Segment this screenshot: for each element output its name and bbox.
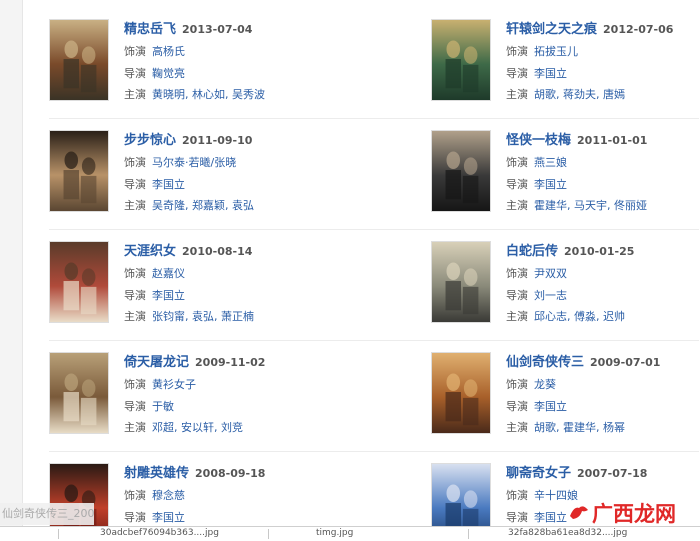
watermark-logo-icon: [570, 506, 588, 519]
alias-row: 饰演 穆念慈: [124, 489, 185, 502]
alias-row: 饰演 黄衫女子: [124, 378, 196, 391]
drama-title[interactable]: 白蛇后传 2010-01-25: [506, 240, 634, 259]
director-row: 导演 李国立: [506, 67, 567, 80]
drama-card[interactable]: 轩辕剑之天之痕 2012-07-06 饰演 拓拔玉儿 导演 李国立 主演 胡歌, 蒋劲夫…: [431, 19, 700, 119]
drama-card[interactable]: 倚天屠龙记 2009-11-02 饰演 黄衫女子 导演 于敏 主演 邓超, 安以轩, 刘…: [49, 352, 319, 452]
release-date: 2013-07-04: [182, 23, 253, 36]
release-date: 2011-01-01: [577, 134, 648, 147]
director-row: 导演 李国立: [506, 400, 567, 413]
cast-row: 主演 邱心志, 傅淼, 迟帅: [506, 310, 625, 323]
drama-poster[interactable]: [49, 352, 109, 434]
alias-row: 饰演 马尔泰·若曦/张晓: [124, 156, 237, 169]
director-row: 导演 李国立: [124, 511, 185, 524]
cast-row: 主演 胡歌, 蒋劲夫, 唐嫣: [506, 88, 625, 101]
cast-row: 主演 吴奇隆, 郑嘉颖, 袁弘: [124, 199, 254, 212]
cast-row: 主演 胡歌, 霍建华, 杨幂: [506, 421, 625, 434]
drama-title[interactable]: 聊斋奇女子 2007-07-18: [506, 462, 647, 481]
drama-title[interactable]: 天涯织女 2010-08-14: [124, 240, 252, 259]
release-date: 2010-01-25: [564, 245, 635, 258]
download-item[interactable]: 32fa828ba61ea8d32....jpg: [508, 528, 627, 538]
director-row: 导演 刘一志: [506, 289, 567, 302]
overlay-filename: 仙剑奇侠传三_2009: [0, 503, 94, 525]
director-row: 导演 李国立: [506, 511, 567, 524]
drama-title[interactable]: 轩辕剑之天之痕 2012-07-06: [506, 18, 673, 37]
cast-row: 主演 张钧甯, 袁弘, 萧正楠: [124, 310, 254, 323]
alias-row: 饰演 燕三娘: [506, 156, 567, 169]
download-bar: 30adcbef76094b363....jpg timg.jpg 32fa82…: [0, 526, 700, 541]
director-row: 导演 李国立: [506, 178, 567, 191]
download-item[interactable]: timg.jpg: [316, 528, 353, 538]
drama-card[interactable]: 仙剑奇侠传三 2009-07-01 饰演 龙葵 导演 李国立 主演 胡歌, 霍建华, 杨…: [431, 352, 700, 452]
director-row: 导演 李国立: [124, 289, 185, 302]
drama-card[interactable]: 步步惊心 2011-09-10 饰演 马尔泰·若曦/张晓 导演 李国立 主演 吴奇隆, …: [49, 130, 319, 230]
drama-poster[interactable]: [49, 130, 109, 212]
cast-row: 主演 邓超, 安以轩, 刘竞: [124, 421, 243, 434]
download-divider: [268, 529, 269, 539]
drama-title[interactable]: 怪侠一枝梅 2011-01-01: [506, 129, 647, 148]
alias-row: 饰演 高杨氏: [124, 45, 185, 58]
filmography-list: 精忠岳飞 2013-07-04 饰演 高杨氏 导演 鞠觉亮 主演 黄晓明, 林心如, 吴…: [22, 0, 700, 526]
cast-row: 主演 霍建华, 马天宇, 佟丽娅: [506, 199, 647, 212]
release-date: 2009-07-01: [590, 356, 661, 369]
drama-card[interactable]: 怪侠一枝梅 2011-01-01 饰演 燕三娘 导演 李国立 主演 霍建华, 马天宇, …: [431, 130, 700, 230]
release-date: 2009-11-02: [195, 356, 266, 369]
release-date: 2011-09-10: [182, 134, 253, 147]
director-row: 导演 李国立: [124, 178, 185, 191]
drama-card[interactable]: 精忠岳飞 2013-07-04 饰演 高杨氏 导演 鞠觉亮 主演 黄晓明, 林心如, 吴…: [49, 19, 319, 119]
drama-poster[interactable]: [49, 19, 109, 101]
watermark-text: 广西龙网: [592, 502, 676, 526]
drama-poster[interactable]: [431, 352, 491, 434]
drama-title[interactable]: 倚天屠龙记 2009-11-02: [124, 351, 265, 370]
drama-poster[interactable]: [431, 19, 491, 101]
release-date: 2007-07-18: [577, 467, 648, 480]
director-row: 导演 于敏: [124, 400, 174, 413]
drama-title[interactable]: 步步惊心 2011-09-10: [124, 129, 252, 148]
drama-poster[interactable]: [49, 241, 109, 323]
drama-poster[interactable]: [431, 130, 491, 212]
drama-card[interactable]: 天涯织女 2010-08-14 饰演 赵嘉仪 导演 李国立 主演 张钧甯, 袁弘, 萧正…: [49, 241, 319, 341]
alias-row: 饰演 尹双双: [506, 267, 567, 280]
download-divider: [468, 529, 469, 539]
alias-row: 饰演 龙葵: [506, 378, 556, 391]
drama-card[interactable]: 白蛇后传 2010-01-25 饰演 尹双双 导演 刘一志 主演 邱心志, 傅淼, 迟帅: [431, 241, 700, 341]
cast-row: 主演 黄晓明, 林心如, 吴秀波: [124, 88, 265, 101]
site-watermark: 广西龙网: [568, 498, 676, 526]
download-divider: [58, 529, 59, 539]
drama-poster[interactable]: [431, 463, 491, 526]
director-row: 导演 鞠觉亮: [124, 67, 185, 80]
release-date: 2010-08-14: [182, 245, 253, 258]
download-item[interactable]: 30adcbef76094b363....jpg: [100, 528, 219, 538]
alias-row: 饰演 拓拔玉儿: [506, 45, 578, 58]
drama-poster[interactable]: [431, 241, 491, 323]
release-date: 2008-09-18: [195, 467, 266, 480]
drama-title[interactable]: 精忠岳飞 2013-07-04: [124, 18, 252, 37]
drama-title[interactable]: 仙剑奇侠传三 2009-07-01: [506, 351, 660, 370]
release-date: 2012-07-06: [603, 23, 674, 36]
alias-row: 饰演 赵嘉仪: [124, 267, 185, 280]
drama-title[interactable]: 射雕英雄传 2008-09-18: [124, 462, 265, 481]
